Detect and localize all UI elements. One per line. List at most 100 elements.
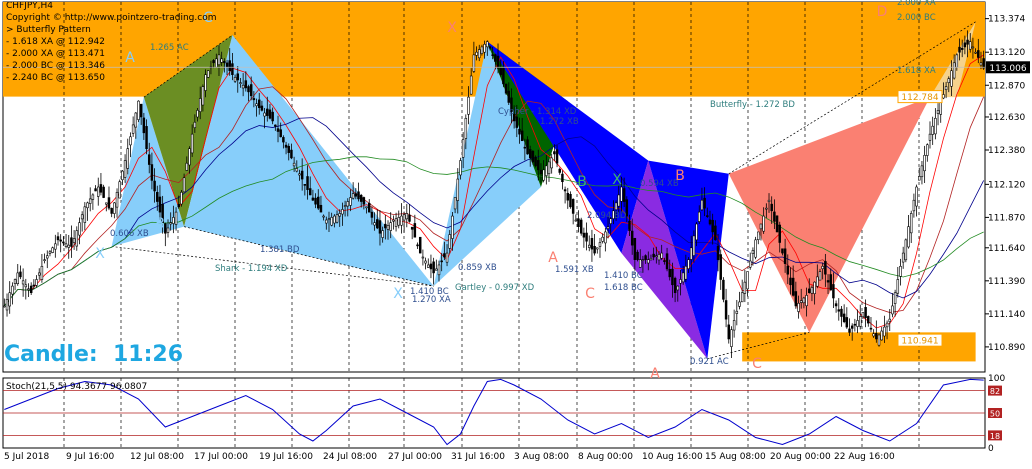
candle-body: [494, 54, 497, 62]
candle-body: [864, 307, 867, 319]
candle-body: [319, 204, 323, 213]
pattern-line-2: - 2.000 XA @ 113.471: [6, 49, 105, 59]
pattern-line-3: - 2.000 BC @ 113.346: [6, 61, 105, 71]
candle-body: [810, 287, 814, 294]
candle-body: [247, 86, 250, 93]
candle-body: [491, 54, 494, 56]
stoch-level-label-1: 50: [990, 410, 1000, 419]
candle-body: [300, 170, 304, 180]
candle-body: [478, 49, 481, 59]
candle-body: [781, 248, 784, 254]
candle-body: [759, 223, 763, 230]
candle-body: [716, 245, 720, 260]
candle-body: [856, 320, 859, 327]
candle-body: [952, 62, 956, 79]
candle-body: [904, 239, 908, 261]
candle-body: [816, 276, 819, 287]
candle-body: [118, 181, 121, 199]
candle-body: [402, 214, 406, 221]
candle-body: [67, 244, 70, 248]
candle-body: [960, 47, 964, 50]
candle-body: [593, 246, 596, 254]
candle-body: [83, 206, 87, 223]
candle-body: [105, 202, 108, 205]
candle-body: [706, 215, 709, 217]
candle-body: [384, 223, 387, 229]
candle-body: [754, 239, 757, 258]
candle-body: [528, 149, 532, 159]
candle-body: [376, 219, 379, 229]
candle-body: [190, 133, 194, 154]
ratio-label-1: 1.265 AC: [150, 43, 189, 53]
y-tick-label: 113.374: [988, 15, 1025, 25]
y-tick-label: 112.870: [988, 81, 1025, 91]
candle-body: [110, 207, 113, 214]
y-tick-label: 111.390: [988, 277, 1025, 287]
candle-body: [574, 219, 578, 222]
candle-body: [249, 84, 253, 97]
candle-body: [845, 317, 849, 328]
pattern-butterfly-label: Butterfly - 1.272 BD: [710, 100, 795, 110]
candle-body: [177, 204, 180, 208]
candle-body: [802, 297, 806, 304]
candle-body: [821, 265, 824, 270]
candle-timer: Candle: 11:26: [4, 342, 184, 367]
candle-body: [158, 196, 162, 213]
pattern-gartley-label: Gartley - 0.997 XD: [455, 283, 535, 293]
candle-body: [56, 236, 60, 241]
point-label-1: A: [125, 50, 135, 66]
candle-body: [75, 230, 79, 247]
candle-body: [789, 277, 792, 286]
candle-body: [16, 272, 19, 285]
ratio-label-13: 2.000 BC: [897, 13, 936, 23]
candle-body: [217, 54, 221, 66]
candle-body: [97, 186, 100, 197]
candle-body: [711, 219, 714, 233]
candle-body: [392, 219, 395, 222]
candle-body: [113, 202, 116, 214]
candle-body: [142, 117, 146, 134]
candle-body: [367, 202, 371, 213]
candle-body: [276, 128, 280, 132]
candle-body: [91, 194, 95, 200]
candle-body: [877, 334, 881, 346]
candle-body: [488, 46, 492, 49]
candle-body: [969, 41, 972, 50]
candle-body: [939, 102, 942, 115]
candle-body: [966, 39, 969, 45]
candle-body: [740, 292, 744, 303]
candle-body: [652, 253, 655, 258]
ratio-label-10: 0.594 XB: [640, 179, 679, 189]
candle-body: [982, 58, 985, 69]
candle-body: [284, 144, 288, 148]
candle-body: [62, 241, 65, 244]
stoch-legend: Stoch(21,5,5) 94.3677 96.0807: [6, 382, 147, 392]
candle-body: [207, 70, 210, 78]
candle-body: [156, 192, 159, 202]
candle-body: [196, 110, 199, 118]
candle-body: [472, 54, 476, 72]
candle-body: [730, 329, 733, 347]
candle-body: [719, 254, 722, 280]
candle-body: [496, 55, 500, 69]
candle-body: [526, 139, 529, 155]
point-label-8: A: [548, 250, 558, 266]
candle-body: [724, 300, 728, 320]
candle-body: [357, 191, 360, 200]
candle-body: [443, 253, 446, 258]
candle-body: [327, 218, 331, 221]
candle-body: [722, 279, 725, 300]
pattern-cypher-label: Cypher - 1.314 XD: [498, 107, 577, 117]
candle-body: [676, 285, 680, 291]
candle-body: [3, 305, 6, 308]
candle-body: [681, 272, 685, 283]
candle-body: [657, 254, 661, 261]
candle-body: [555, 149, 559, 164]
candle-body: [770, 203, 773, 212]
candle-body: [102, 186, 105, 198]
symbol-title: CHFJPY,H4: [6, 1, 53, 11]
point-label-2: B: [155, 216, 165, 232]
candle-body: [166, 227, 170, 233]
point-label-12: C: [752, 356, 762, 372]
candle-body: [746, 271, 749, 290]
